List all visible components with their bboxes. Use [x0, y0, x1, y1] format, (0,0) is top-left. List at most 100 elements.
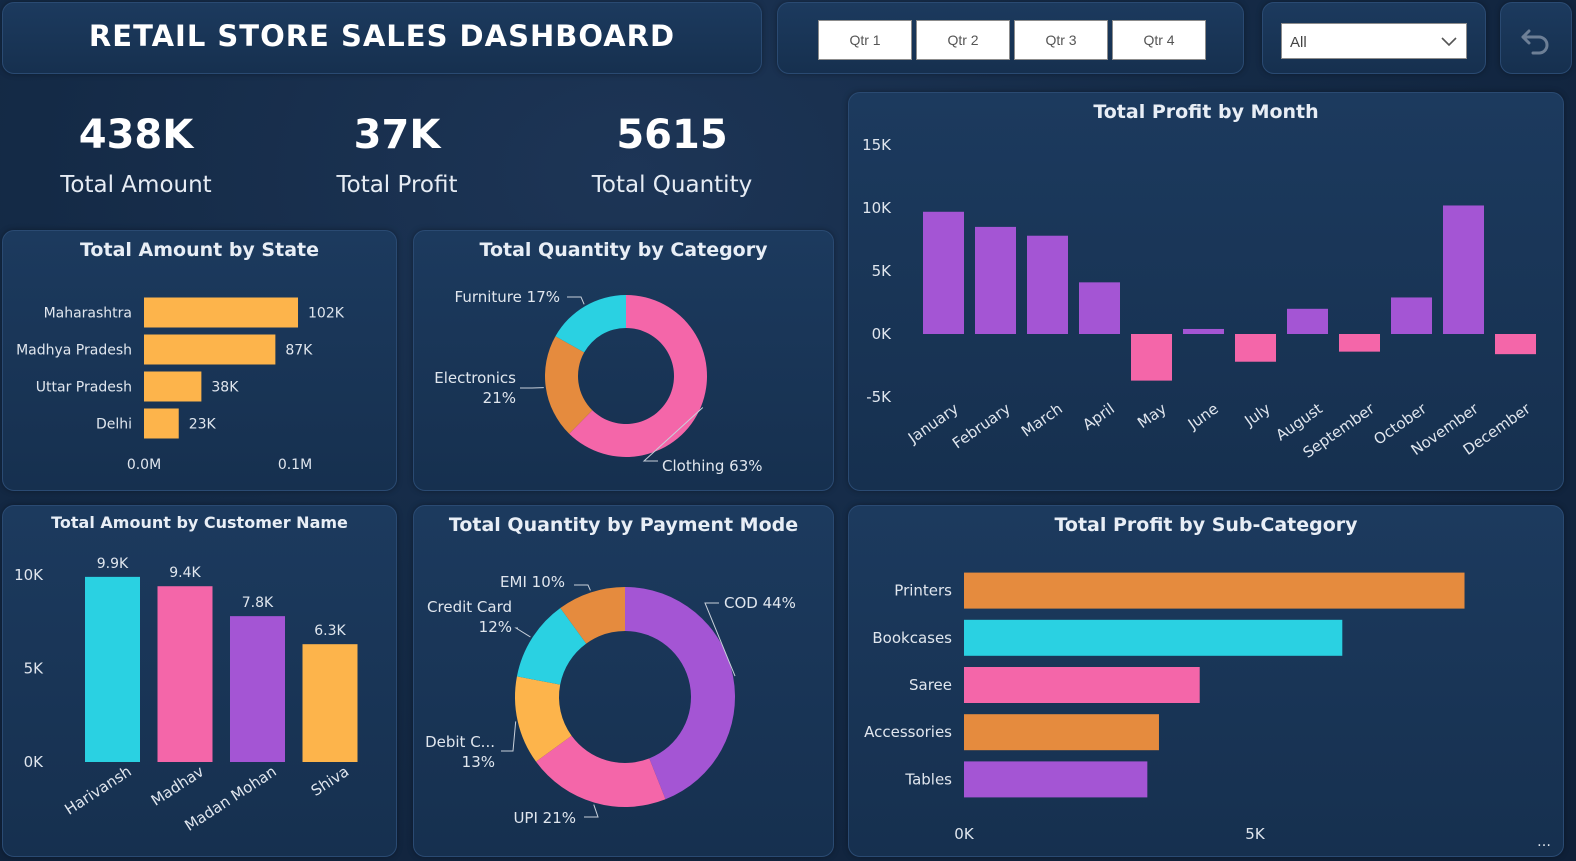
state-data-label: 38K — [211, 380, 239, 396]
y-tick-label: 0K — [872, 325, 893, 343]
kpi-label: Total Profit — [336, 172, 458, 198]
x-category-label: Madhav — [148, 762, 208, 809]
kpi-label: Total Amount — [60, 172, 212, 198]
donut-data-label: Furniture 17% — [455, 288, 560, 306]
x-tick-label: 0.0M — [127, 457, 161, 473]
more-options-icon[interactable]: … — [1537, 834, 1551, 850]
x-category-label: Shiva — [308, 762, 352, 800]
customer-chart-panel: Total Amount by Customer Name 10K 5K 0K 9.9… — [2, 505, 397, 857]
state-data-label: 87K — [285, 343, 313, 359]
customer-data-label: 7.8K — [242, 595, 274, 611]
chevron-down-icon — [1441, 37, 1457, 47]
customer-bar — [230, 616, 285, 762]
subcategory-bar — [964, 619, 1343, 656]
customer-data-label: 9.9K — [97, 556, 129, 572]
dashboard-title: RETAIL STORE SALES DASHBOARD — [88, 19, 676, 53]
x-tick-label: 5K — [1245, 825, 1266, 843]
category-chart-panel: Total Quantity by Category Clothing 63% E… — [413, 230, 834, 491]
quarter-button-3[interactable]: Qtr 3 — [1014, 20, 1108, 60]
state-chart-panel: Total Amount by State Maharashtra 102K Mad… — [2, 230, 397, 491]
state-data-label: 23K — [189, 417, 217, 433]
month-bar — [1183, 328, 1224, 334]
x-category-label: July — [1241, 399, 1274, 430]
subcategory-label: Saree — [909, 676, 952, 694]
kpi-total-amount: 438K Total Amount — [26, 112, 246, 198]
dropdown-panel: All — [1262, 2, 1486, 74]
kpi-label: Total Quantity — [591, 172, 753, 198]
header-panel: RETAIL STORE SALES DASHBOARD — [2, 2, 762, 74]
subcategory-bar — [964, 761, 1148, 798]
leader-line — [584, 804, 599, 818]
donut-data-label: EMI 10% — [500, 573, 565, 591]
dropdown-selected-value: All — [1290, 34, 1307, 51]
customer-data-label: 9.4K — [169, 565, 201, 581]
subcategory-chart-panel: Total Profit by Sub-Category Printers Boo… — [848, 505, 1564, 857]
donut-data-label: Debit C... 13% — [425, 733, 495, 771]
kpi-value: 5615 — [616, 112, 728, 158]
y-tick-label: 0K — [24, 753, 45, 771]
month-bar — [975, 226, 1016, 334]
month-bar — [1339, 334, 1380, 352]
customer-data-label: 6.3K — [314, 623, 346, 639]
x-category-label: May — [1134, 399, 1170, 432]
state-category-label: Madhya Pradesh — [16, 343, 132, 359]
y-tick-label: 5K — [872, 262, 893, 280]
subcategory-label: Accessories — [864, 723, 952, 741]
filter-dropdown[interactable]: All — [1281, 23, 1467, 59]
quarter-button-4[interactable]: Qtr 4 — [1112, 20, 1206, 60]
donut-data-label: Electronics 21% — [434, 369, 516, 407]
month-bar — [1079, 282, 1120, 334]
x-tick-label: 0K — [954, 825, 975, 843]
month-bar — [923, 211, 964, 334]
month-bar — [1131, 334, 1172, 381]
quarter-button-2[interactable]: Qtr 2 — [916, 20, 1010, 60]
y-tick-label: 10K — [862, 199, 892, 217]
state-bar — [144, 297, 299, 328]
month-chart-panel: Total Profit by Month 15K 10K 5K 0K -5K Janua… — [848, 92, 1564, 491]
subcategory-label: Bookcases — [872, 629, 952, 647]
subcategory-bar — [964, 714, 1159, 751]
month-bar — [1287, 308, 1328, 334]
state-bar — [144, 371, 202, 402]
kpi-total-profit: 37K Total Profit — [287, 112, 507, 198]
subcategory-bar — [964, 572, 1465, 609]
month-bar — [1391, 297, 1432, 334]
leader-line — [501, 721, 517, 752]
x-category-label: April — [1079, 400, 1117, 434]
donut-data-label: UPI 21% — [513, 809, 576, 827]
x-category-label: Harivansh — [61, 762, 134, 818]
x-category-label: June — [1184, 400, 1222, 434]
customer-bar — [157, 586, 213, 762]
month-bar — [1495, 334, 1536, 355]
subcategory-label: Tables — [904, 770, 952, 788]
x-tick-label: 0.1M — [278, 457, 312, 473]
donut-data-label: COD 44% — [724, 594, 796, 612]
undo-icon — [1521, 29, 1549, 55]
kpi-value: 438K — [78, 112, 194, 158]
customer-bar-chart: 10K5K0K9.9KHarivansh9.4KMadhav7.8KMadan … — [14, 556, 358, 835]
reset-button[interactable] — [1500, 2, 1572, 74]
month-bar — [1027, 235, 1068, 334]
quarter-slicer-panel: Qtr 1 Qtr 2 Qtr 3 Qtr 4 — [777, 2, 1244, 74]
month-bar — [1235, 334, 1276, 362]
payment-chart-panel: Total Quantity by Payment Mode COD 44% UP… — [413, 505, 834, 857]
leader-line — [567, 296, 585, 305]
month-bar-chart: 15K10K5K0K-5KJanuaryFebruary March April Ma… — [862, 136, 1536, 462]
y-tick-label: 15K — [862, 136, 892, 154]
x-category-label: February — [949, 399, 1014, 452]
x-category-label: March — [1018, 400, 1066, 441]
subcategory-bar-chart: Printers Bookcases Saree Accessories Tables 0… — [864, 572, 1465, 843]
state-bar-chart: Maharashtra 102K Madhya Pradesh 87K Uttar Pr… — [16, 297, 345, 473]
customer-bar — [302, 644, 358, 762]
month-bar — [1443, 205, 1484, 334]
y-tick-label: 10K — [14, 566, 44, 584]
category-donut-chart: Clothing 63% Electronics 21% Furniture 17% — [434, 288, 763, 475]
y-tick-label: -5K — [866, 388, 892, 406]
subcategory-bar — [964, 667, 1200, 703]
donut-data-label: Clothing 63% — [662, 457, 763, 475]
quarter-button-1[interactable]: Qtr 1 — [818, 20, 912, 60]
state-category-label: Maharashtra — [44, 306, 132, 322]
leader-line — [574, 584, 591, 591]
y-tick-label: 5K — [24, 660, 45, 678]
state-category-label: Uttar Pradesh — [36, 380, 132, 396]
